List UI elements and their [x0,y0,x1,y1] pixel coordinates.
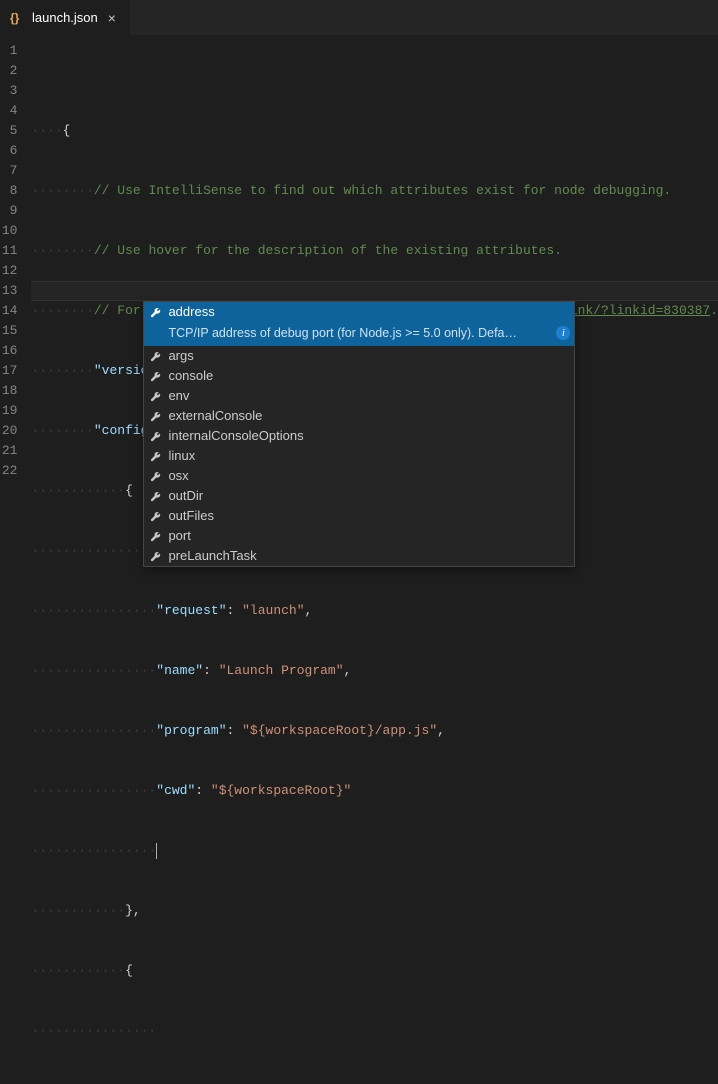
line-number: 4 [0,101,17,121]
suggest-item-linux[interactable]: linux [144,446,574,466]
code-area[interactable]: ····{ ········// Use IntelliSense to fin… [31,35,718,542]
comment-text: // Use hover for the description of the … [94,243,562,258]
line-number: 18 [0,381,17,401]
line-number: 5 [0,121,17,141]
line-number: 19 [0,401,17,421]
suggest-item-outDir[interactable]: outDir [144,486,574,506]
info-icon[interactable]: i [556,326,570,340]
line-number: 17 [0,361,17,381]
line-number: 1 [0,41,17,61]
suggest-item-internalConsoleOptions[interactable]: internalConsoleOptions [144,426,574,446]
suggest-item-description: TCP/IP address of debug port (for Node.j… [144,322,574,346]
line-number: 13 [0,281,17,301]
suggest-item-preLaunchTask[interactable]: preLaunchTask [144,546,574,566]
wrench-icon [148,389,162,403]
close-icon[interactable]: × [104,10,120,26]
wrench-icon [148,509,162,523]
suggest-item-args[interactable]: args [144,346,574,366]
wrench-icon [148,409,162,423]
line-number: 9 [0,201,17,221]
intellisense-popup[interactable]: addressTCP/IP address of debug port (for… [143,301,575,567]
svg-text:{}: {} [10,11,20,25]
text-cursor [156,843,157,859]
line-number: 7 [0,161,17,181]
line-number: 22 [0,461,17,481]
wrench-icon [148,529,162,543]
line-number-gutter: 12345678910111213141516171819202122 [0,35,31,542]
suggest-item-env[interactable]: env [144,386,574,406]
line-number: 16 [0,341,17,361]
editor[interactable]: 12345678910111213141516171819202122 ····… [0,35,718,542]
line-number: 8 [0,181,17,201]
suggest-item-label: console [168,366,213,386]
wrench-icon [148,369,162,383]
suggest-item-label: outFiles [168,506,214,526]
comment-text: // Use IntelliSense to find out which at… [94,183,671,198]
wrench-icon [148,549,162,563]
suggest-item-label: internalConsoleOptions [168,426,303,446]
suggest-item-externalConsole[interactable]: externalConsole [144,406,574,426]
line-number: 20 [0,421,17,441]
tab-launch-json[interactable]: {} launch.json × [0,0,130,35]
suggest-item-label: address [168,302,214,322]
wrench-icon [148,349,162,363]
line-number: 10 [0,221,17,241]
suggest-item-console[interactable]: console [144,366,574,386]
line-number: 14 [0,301,17,321]
line-number: 3 [0,81,17,101]
wrench-icon [148,489,162,503]
suggest-item-label: env [168,386,189,406]
suggest-item-label: args [168,346,193,366]
wrench-icon [148,305,162,319]
suggest-item-outFiles[interactable]: outFiles [144,506,574,526]
suggest-item-osx[interactable]: osx [144,466,574,486]
active-line-highlight [31,281,718,301]
suggest-item-label: port [168,526,190,546]
suggest-item-port[interactable]: port [144,526,574,546]
suggest-item-label: preLaunchTask [168,546,256,566]
line-number: 12 [0,261,17,281]
json-braces-icon: {} [10,10,26,26]
line-number: 2 [0,61,17,81]
suggest-item-label: linux [168,446,195,466]
wrench-icon [148,429,162,443]
wrench-icon [148,449,162,463]
tab-bar: {} launch.json × [0,0,718,35]
tab-filename: launch.json [32,10,98,25]
line-number: 6 [0,141,17,161]
line-number: 21 [0,441,17,461]
line-number: 11 [0,241,17,261]
suggest-item-address[interactable]: address [144,302,574,322]
suggest-item-label: osx [168,466,188,486]
wrench-icon [148,469,162,483]
suggest-item-label: externalConsole [168,406,262,426]
line-number: 15 [0,321,17,341]
suggest-item-label: outDir [168,486,203,506]
